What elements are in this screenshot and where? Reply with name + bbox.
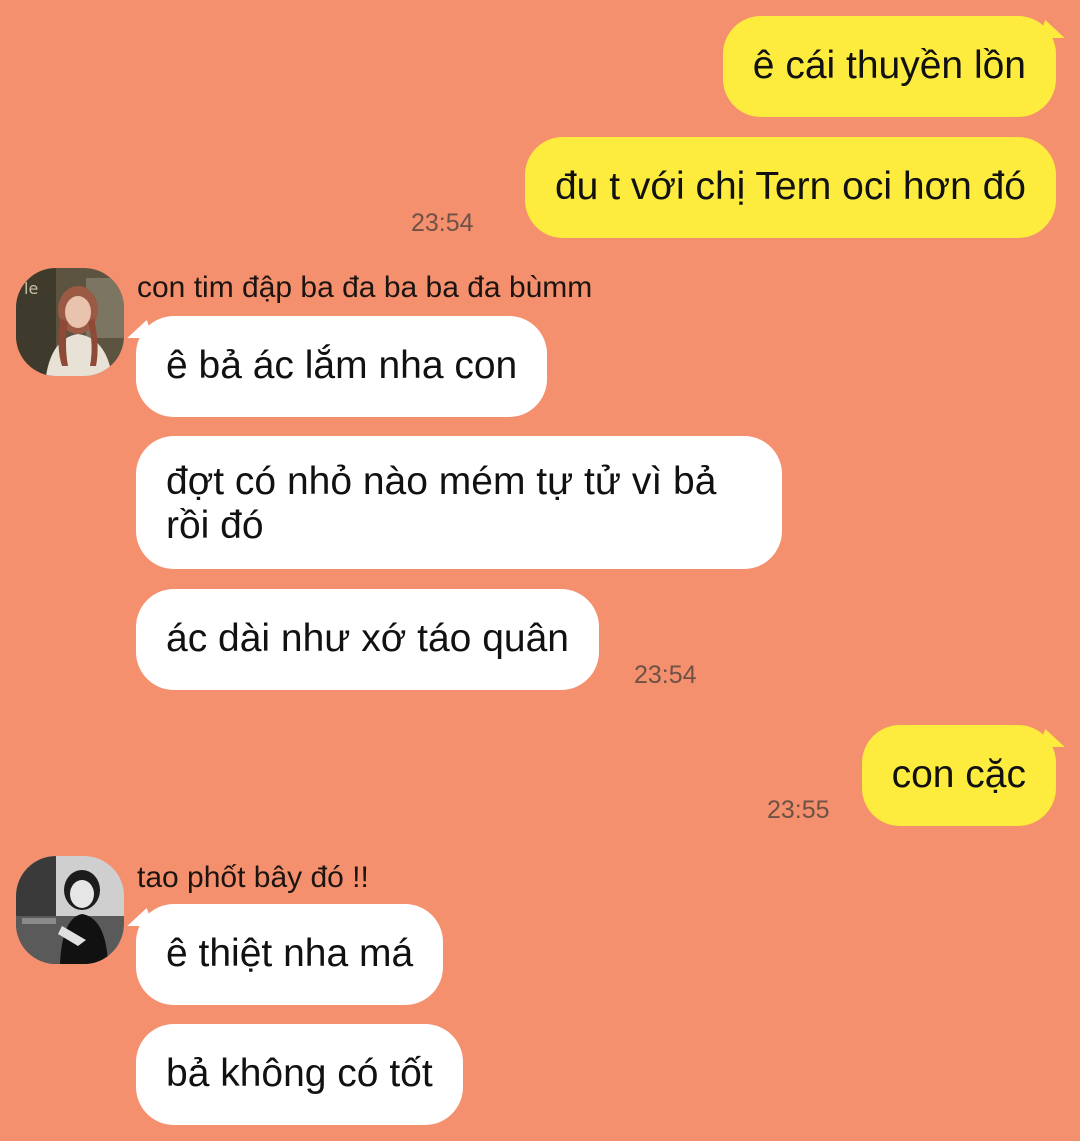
- outgoing-message-bubble[interactable]: ê cái thuyền lồn: [722, 16, 1056, 117]
- message-text: con cặc: [891, 753, 1026, 796]
- incoming-message-bubble[interactable]: ác dài như xớ táo quân: [136, 589, 599, 690]
- message-text: ác dài như xớ táo quân: [166, 617, 569, 660]
- contact-avatar[interactable]: le: [16, 268, 124, 376]
- message-text: ê bả ác lắm nha con: [166, 344, 518, 387]
- message-timestamp: 23:54: [634, 661, 697, 689]
- message-text: bả không có tốt: [166, 1052, 433, 1095]
- message-text: đu t với chị Tern oci hơn đó: [554, 165, 1026, 208]
- incoming-message-bubble[interactable]: bả không có tốt: [136, 1024, 463, 1125]
- message-text: ê thiệt nha má: [166, 932, 414, 975]
- incoming-message-bubble[interactable]: ê thiệt nha má: [136, 904, 444, 1005]
- contact-avatar[interactable]: [16, 856, 124, 964]
- incoming-message-bubble[interactable]: đợt có nhỏ nào mém tự tử vì bả rồi đó: [136, 436, 782, 569]
- message-timestamp: 23:54: [411, 209, 474, 237]
- message-text: ê cái thuyền lồn: [752, 44, 1026, 87]
- sender-name: con tim đập ba đa ba ba đa bùmm: [137, 271, 593, 304]
- sender-name: tao phốt bây đó !!: [137, 861, 369, 894]
- message-text: đợt có nhỏ nào mém tự tử vì bả rồi đó: [166, 460, 717, 547]
- incoming-message-bubble[interactable]: ê bả ác lắm nha con: [136, 316, 548, 417]
- avatar-photo-icon: le: [16, 268, 124, 376]
- outgoing-message-bubble[interactable]: con cặc: [861, 725, 1056, 826]
- chat-view[interactable]: ê cái thuyền lồn đu t với chị Tern oci h…: [0, 0, 1080, 1141]
- message-timestamp: 23:55: [767, 796, 830, 824]
- outgoing-message-bubble[interactable]: đu t với chị Tern oci hơn đó: [524, 137, 1056, 238]
- svg-text:le: le: [24, 279, 38, 298]
- avatar-photo-icon: [16, 856, 124, 964]
